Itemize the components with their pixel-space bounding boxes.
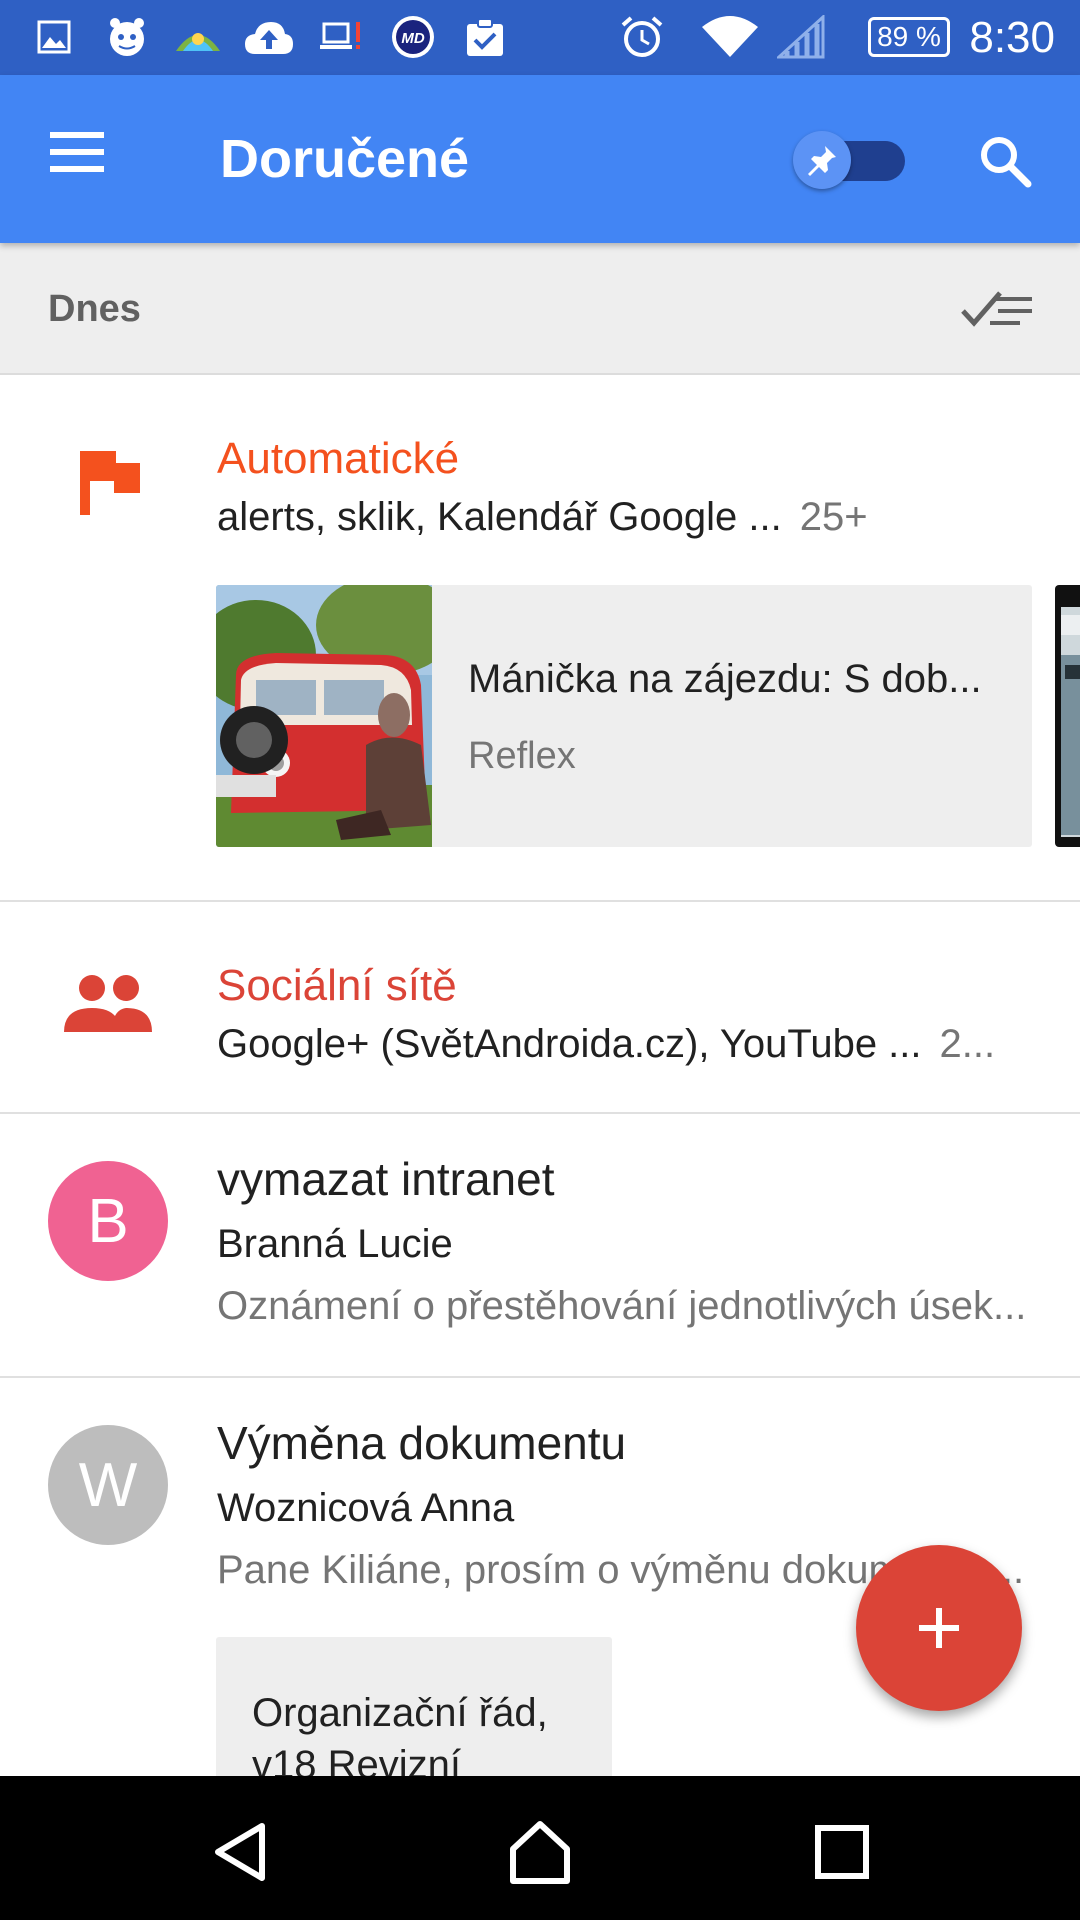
weather-icon — [172, 14, 224, 60]
bundle-count: 25+ — [799, 495, 868, 539]
home-icon[interactable] — [504, 1816, 576, 1888]
flag-icon — [78, 447, 142, 517]
attachment-card[interactable]: Organizační řád, v18 Revizní — [216, 1637, 612, 1797]
battery-icon: 89 % — [868, 14, 950, 60]
recents-icon[interactable] — [806, 1816, 878, 1888]
bundle-social[interactable]: Sociální sítě Google+ (SvětAndroida.cz),… — [0, 902, 1080, 1114]
page-title: Doručené — [220, 129, 470, 189]
done-all-icon[interactable] — [960, 283, 1034, 333]
back-icon[interactable] — [204, 1816, 276, 1888]
clipboard-check-icon — [462, 14, 508, 60]
mail-snippet: Oznámení o přestěhování jednotlivých úse… — [217, 1284, 1027, 1328]
bundle-count: 2... — [939, 1022, 996, 1066]
compose-fab[interactable] — [856, 1545, 1022, 1711]
preview-title: Mánička na zájezdu: S dob... — [468, 657, 982, 701]
avatar: W — [48, 1425, 168, 1545]
bundle-senders: Google+ (SvětAndroida.cz), YouTube ... 2.… — [217, 1020, 995, 1068]
navigation-bar — [0, 1776, 1080, 1920]
bundle-title: Sociální sítě — [217, 961, 457, 1010]
section-header-today: Dnes — [0, 243, 1080, 375]
next-preview-card[interactable] — [1055, 585, 1080, 847]
search-icon[interactable] — [975, 131, 1035, 191]
alarm-icon — [618, 14, 666, 60]
gallery-icon — [36, 14, 72, 60]
bundle-updates[interactable]: Automatické alerts, sklik, Kalendář Goog… — [0, 375, 1080, 902]
preview-source: Reflex — [468, 735, 576, 777]
bundle-title: Automatické — [217, 434, 460, 483]
preview-photo — [216, 585, 456, 847]
mail-subject: vymazat intranet — [217, 1153, 555, 1205]
cloud-upload-icon — [242, 14, 296, 60]
bundle-senders-text: Google+ (SvětAndroida.cz), YouTube ... — [217, 1022, 922, 1066]
plus-icon — [919, 1608, 959, 1648]
pin-toggle[interactable] — [793, 131, 913, 189]
section-label: Dnes — [48, 288, 141, 330]
status-bar: MD 89 % 8:30 — [0, 0, 1080, 75]
people-icon — [62, 974, 154, 1036]
mail-sender: Branná Lucie — [217, 1222, 453, 1266]
svg-text:MD: MD — [401, 30, 424, 47]
pin-toggle-icon — [793, 131, 851, 189]
message-row[interactable]: B vymazat intranet Branná Lucie Oznámení… — [0, 1114, 1080, 1378]
signal-icon — [776, 14, 826, 60]
md-app-icon: MD — [386, 14, 440, 60]
face-app-icon — [104, 14, 150, 60]
bundle-senders-text: alerts, sklik, Kalendář Google ... — [217, 495, 782, 539]
mail-sender: Woznicová Anna — [217, 1486, 515, 1530]
mail-subject: Výměna dokumentu — [217, 1417, 627, 1469]
avatar: B — [48, 1161, 168, 1281]
menu-icon[interactable] — [50, 132, 110, 182]
preview-card[interactable]: Mánička na zájezdu: S dob... Reflex — [216, 585, 1032, 847]
app-bar: Doručené — [0, 75, 1080, 243]
battery-level: 89 % — [868, 17, 950, 57]
wifi-icon — [700, 14, 760, 60]
clock: 8:30 — [969, 13, 1055, 62]
laptop-alert-icon — [320, 14, 364, 60]
bundle-senders: alerts, sklik, Kalendář Google ... 25+ — [217, 493, 868, 541]
